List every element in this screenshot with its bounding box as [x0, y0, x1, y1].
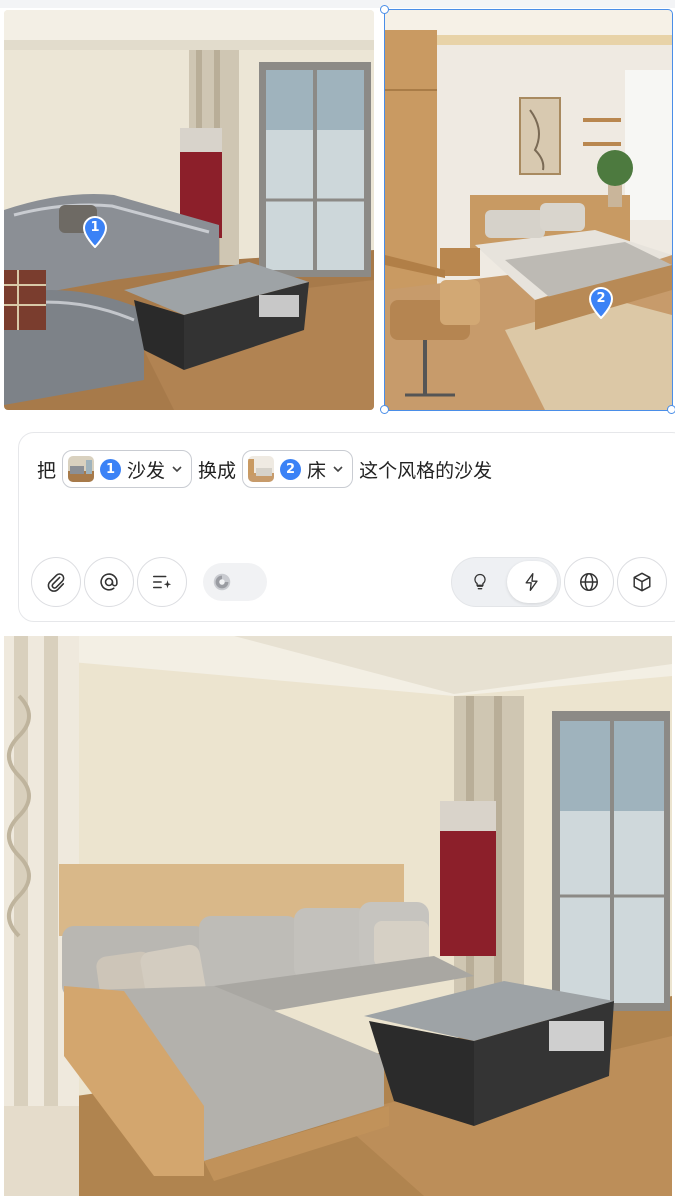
smart-prompt-button[interactable]: [137, 557, 187, 607]
cube-icon: [633, 572, 651, 592]
model-toggle[interactable]: [203, 563, 267, 601]
image-editing-screen: 1 2 把 1 沙发 换成 2 床 这个风格的沙发: [0, 0, 675, 1200]
chip-label: 沙发: [127, 459, 166, 482]
fast-mode-option[interactable]: [507, 561, 557, 603]
paperclip-icon: [47, 573, 65, 592]
chip-thumbnail-living-room: [68, 456, 95, 482]
pin-marker-1: 1: [82, 216, 108, 248]
source-image-living-room[interactable]: [4, 10, 374, 410]
3d-button[interactable]: [617, 557, 667, 607]
sparkle-list-icon: [152, 575, 172, 589]
attach-button[interactable]: [31, 557, 81, 607]
chevron-down-icon[interactable]: [332, 463, 344, 475]
chip-label: 床: [307, 459, 327, 482]
lightbulb-icon: [474, 573, 486, 590]
prompt-middle: 换成: [198, 459, 237, 482]
image-reference-chip-2[interactable]: 2 床: [242, 450, 354, 488]
mode-switch[interactable]: [451, 557, 561, 607]
selection-handle-bottom-left[interactable]: [380, 405, 389, 414]
chip-thumbnail-bedroom: [248, 456, 275, 482]
selection-handle-bottom-right[interactable]: [667, 405, 675, 414]
at-icon: [100, 573, 118, 591]
globe-icon: [580, 573, 598, 591]
model-toggle-icon: [207, 567, 237, 597]
chip-number-badge: 2: [280, 458, 302, 480]
selection-handle-top-left[interactable]: [380, 5, 389, 14]
prompt-composer[interactable]: 把 1 沙发 换成 2 床 这个风格的沙发: [18, 432, 675, 622]
prompt-text[interactable]: 把 1 沙发 换成 2 床 这个风格的沙发: [37, 449, 492, 489]
prompt-prefix: 把: [37, 459, 57, 482]
mention-button[interactable]: [84, 557, 134, 607]
web-search-button[interactable]: [564, 557, 614, 607]
source-image-bedroom[interactable]: [384, 9, 673, 411]
think-mode-option[interactable]: [455, 561, 505, 603]
pin-marker-2: 2: [588, 287, 614, 319]
prompt-suffix: 这个风格的沙发: [359, 459, 493, 482]
lightning-icon: [525, 573, 538, 591]
image-reference-chip-1[interactable]: 1 沙发: [62, 450, 193, 488]
top-strip: [0, 0, 675, 8]
generated-result-image[interactable]: [4, 636, 672, 1196]
chip-number-badge: 1: [100, 458, 122, 480]
chevron-down-icon[interactable]: [171, 463, 183, 475]
